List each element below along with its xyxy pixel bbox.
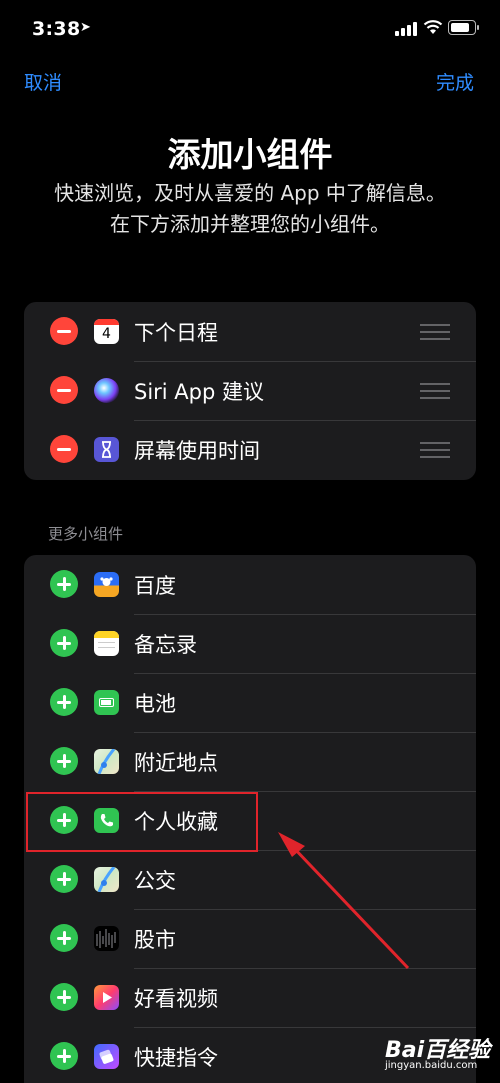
wifi-icon — [423, 20, 443, 34]
widget-row[interactable]: 股市 — [24, 909, 476, 968]
done-button[interactable]: 完成 — [436, 68, 474, 95]
cancel-button[interactable]: 取消 — [24, 68, 62, 95]
battery-icon — [448, 20, 479, 35]
page-title: 添加小组件 — [167, 135, 333, 174]
battery-app-icon — [94, 690, 119, 715]
siri-icon — [94, 378, 119, 403]
add-button[interactable] — [50, 924, 78, 952]
widget-label: 快捷指令 — [134, 1046, 218, 1070]
add-button[interactable] — [50, 629, 78, 657]
section-header: 更多小组件 — [48, 525, 124, 543]
active-widget-row: 4 下个日程 — [24, 302, 476, 361]
widget-label: 电池 — [134, 692, 176, 716]
reorder-handle-icon[interactable] — [420, 383, 450, 399]
status-bar: 3:38 ➤ — [0, 0, 500, 60]
widget-label: 屏幕使用时间 — [134, 439, 260, 463]
widget-label: 附近地点 — [134, 751, 218, 775]
active-widget-row: Siri App 建议 — [24, 361, 476, 420]
add-button[interactable] — [50, 983, 78, 1011]
watermark: Bai百经验 jingyan.baidu.com — [385, 1030, 495, 1080]
widget-row[interactable]: 公交 — [24, 850, 476, 909]
widget-row[interactable]: 百度 — [24, 555, 476, 614]
widget-row[interactable]: 电池 — [24, 673, 476, 732]
haokan-video-icon — [94, 985, 119, 1010]
add-button[interactable] — [50, 865, 78, 893]
reorder-handle-icon[interactable] — [420, 442, 450, 458]
active-widgets-list: 4 下个日程 Siri App 建议 屏幕使用时间 — [24, 302, 476, 480]
watermark-url: jingyan.baidu.com — [385, 1060, 478, 1071]
highlight-box — [26, 792, 258, 852]
widget-label: 好看视频 — [134, 987, 218, 1011]
remove-button[interactable] — [50, 376, 78, 404]
page-subtitle: 快速浏览，及时从喜爱的 App 中了解信息。在下方添加并整理您的小组件。 — [54, 181, 446, 236]
notes-icon — [94, 631, 119, 656]
widget-row[interactable]: 好看视频 — [24, 968, 476, 1027]
widget-label: 公交 — [134, 869, 176, 893]
hourglass-icon — [94, 437, 119, 462]
calendar-icon: 4 — [94, 319, 119, 344]
shortcuts-icon — [94, 1044, 119, 1069]
maps-icon — [94, 867, 119, 892]
remove-button[interactable] — [50, 317, 78, 345]
widget-label: 股市 — [134, 928, 176, 952]
stocks-icon — [94, 926, 119, 951]
widget-row[interactable]: 附近地点 — [24, 732, 476, 791]
add-button[interactable] — [50, 1042, 78, 1070]
cellular-signal-icon — [395, 22, 419, 36]
widget-label: 备忘录 — [134, 633, 197, 657]
widget-label: 百度 — [134, 574, 176, 598]
widget-label: 下个日程 — [134, 321, 218, 345]
reorder-handle-icon[interactable] — [420, 324, 450, 340]
add-button[interactable] — [50, 688, 78, 716]
active-widget-row: 屏幕使用时间 — [24, 420, 476, 479]
location-arrow-icon: ➤ — [80, 20, 91, 35]
maps-icon — [94, 749, 119, 774]
widget-label: Siri App 建议 — [134, 380, 265, 404]
add-button[interactable] — [50, 747, 78, 775]
remove-button[interactable] — [50, 435, 78, 463]
widget-row[interactable]: 备忘录 — [24, 614, 476, 673]
add-button[interactable] — [50, 570, 78, 598]
status-time: 3:38 — [32, 18, 81, 40]
baidu-icon — [94, 572, 119, 597]
